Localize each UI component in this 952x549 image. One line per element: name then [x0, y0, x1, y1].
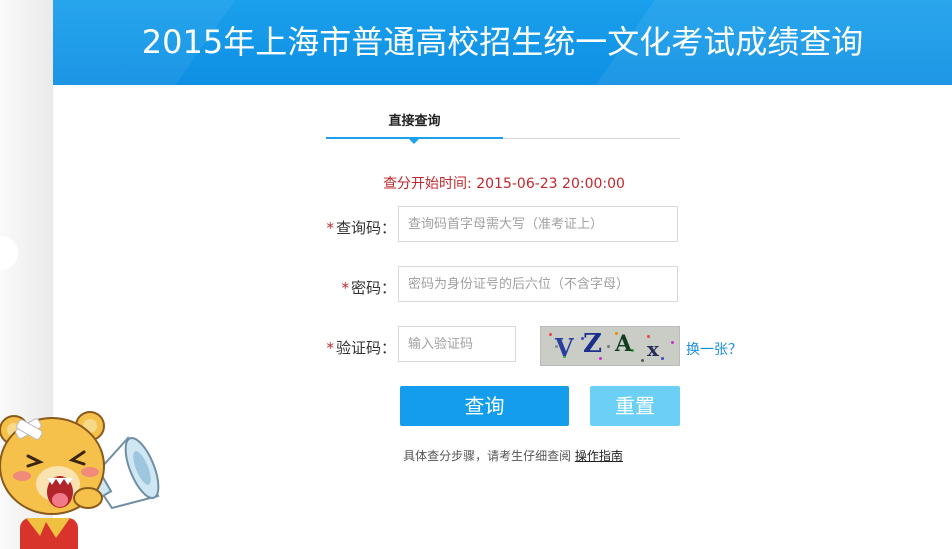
- guide-text: 具体查分步骤，请考生仔细查阅: [403, 449, 572, 463]
- password-field[interactable]: [398, 266, 678, 302]
- query-code-label-row: * 查询码：: [286, 217, 396, 238]
- main-panel: 2015年上海市普通高校招生统一文化考试成绩查询 直接查询 查分开始时间: 20…: [53, 0, 952, 549]
- query-button[interactable]: 查询: [400, 386, 569, 426]
- password-label: 密码：: [350, 279, 396, 297]
- captcha-char: x: [647, 337, 659, 361]
- query-code-label: 查询码：: [335, 219, 396, 237]
- captcha-field[interactable]: [398, 326, 516, 362]
- password-label-row: * 密码：: [286, 277, 396, 298]
- guide-link[interactable]: 操作指南: [575, 449, 623, 463]
- captcha-input[interactable]: [408, 327, 515, 361]
- captcha-image[interactable]: V Z A x: [540, 326, 680, 366]
- captcha-char: A: [615, 331, 633, 357]
- page-header: 2015年上海市普通高校招生统一文化考试成绩查询: [53, 0, 952, 85]
- captcha-label-row: * 验证码：: [286, 337, 396, 358]
- tab-direct-query[interactable]: 直接查询: [326, 112, 503, 139]
- tab-active-indicator: [408, 138, 420, 144]
- bear-mascot-illustration: [0, 411, 160, 549]
- query-start-time: 查分开始时间: 2015-06-23 20:00:00: [383, 176, 625, 192]
- page-title: 2015年上海市普通高校招生统一文化考试成绩查询: [141, 23, 864, 61]
- tab-bar: 直接查询: [326, 112, 680, 144]
- required-mark: *: [326, 339, 334, 357]
- captcha-char: V: [555, 333, 574, 362]
- captcha-refresh-link[interactable]: 换一张？: [686, 339, 742, 359]
- required-mark: *: [341, 279, 349, 297]
- reset-button[interactable]: 重置: [590, 386, 680, 426]
- captcha-char: Z: [583, 329, 602, 359]
- password-input[interactable]: [408, 267, 677, 301]
- required-mark: *: [326, 219, 334, 237]
- captcha-label: 验证码：: [335, 339, 396, 357]
- query-code-field[interactable]: [398, 206, 678, 242]
- query-code-input[interactable]: [408, 207, 677, 241]
- guide-text-row: 具体查分步骤，请考生仔细查阅 操作指南: [343, 447, 683, 464]
